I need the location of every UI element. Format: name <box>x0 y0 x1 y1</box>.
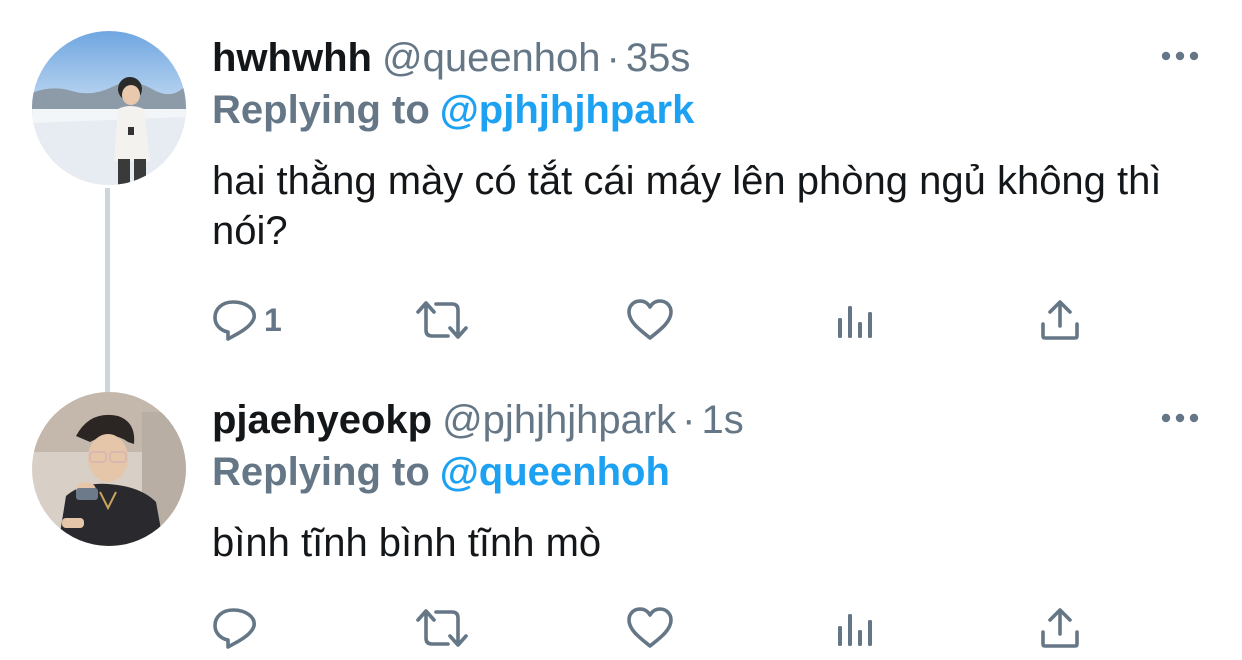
replying-to-label: Replying to <box>212 88 430 132</box>
more-icon <box>1161 51 1199 61</box>
avatar-image <box>32 31 186 185</box>
avatar[interactable] <box>32 31 186 185</box>
analytics-icon <box>838 614 872 646</box>
reply-icon <box>213 300 256 341</box>
analytics-button[interactable] <box>834 296 878 344</box>
retweet-icon <box>416 301 468 339</box>
timestamp[interactable]: 1s <box>701 398 743 442</box>
tweet-header: pjaehyeokp @pjhjhjhpark · 1s <box>212 398 744 442</box>
retweet-button[interactable] <box>414 604 470 652</box>
avatar-image <box>32 392 186 546</box>
replying-to-link[interactable]: @pjhjhjhpark <box>440 88 695 132</box>
share-icon <box>1041 300 1079 340</box>
share-icon <box>1041 608 1079 648</box>
tweet[interactable]: pjaehyeokp @pjhjhjhpark · 1s Replying to @qu… <box>0 362 1242 660</box>
tweet[interactable]: hwhwhh @queenhoh · 35s Replying to @pjhjhjhp… <box>0 0 1242 393</box>
tweet-text: bình tĩnh bình tĩnh mò <box>212 521 602 565</box>
like-icon <box>627 607 673 648</box>
separator-dot: · <box>682 398 696 442</box>
more-options-button[interactable] <box>1160 410 1200 426</box>
analytics-icon <box>838 306 872 338</box>
replying-to: Replying to @pjhjhjhpark <box>212 88 694 132</box>
tweet-text: hai thằng mày có tắt cái máy lên phòng n… <box>212 159 1162 253</box>
retweet-icon <box>416 609 468 647</box>
share-button[interactable] <box>1038 604 1082 652</box>
retweet-button[interactable] <box>414 296 470 344</box>
analytics-button[interactable] <box>834 604 878 652</box>
more-options-button[interactable] <box>1160 48 1200 64</box>
avatar[interactable] <box>32 392 186 546</box>
reply-button[interactable]: 1 <box>212 296 282 344</box>
tweet-actions: 1 <box>212 296 1112 346</box>
timestamp[interactable]: 35s <box>626 36 691 80</box>
reply-icon <box>213 608 256 649</box>
user-handle[interactable]: @queenhoh <box>382 36 601 80</box>
replying-to: Replying to @queenhoh <box>212 450 670 494</box>
like-icon <box>627 299 673 340</box>
share-button[interactable] <box>1038 296 1082 344</box>
like-button[interactable] <box>626 296 674 344</box>
replying-to-link[interactable]: @queenhoh <box>440 450 670 494</box>
reply-count: 1 <box>264 301 282 338</box>
tweet-actions <box>212 604 1112 654</box>
like-button[interactable] <box>626 604 674 652</box>
display-name[interactable]: pjaehyeokp <box>212 398 432 442</box>
user-handle[interactable]: @pjhjhjhpark <box>442 398 676 442</box>
display-name[interactable]: hwhwhh <box>212 36 372 80</box>
replying-to-label: Replying to <box>212 450 430 494</box>
separator-dot: · <box>606 36 620 80</box>
reply-button[interactable] <box>212 604 264 652</box>
tweet-header: hwhwhh @queenhoh · 35s <box>212 36 690 80</box>
more-icon <box>1161 413 1199 423</box>
